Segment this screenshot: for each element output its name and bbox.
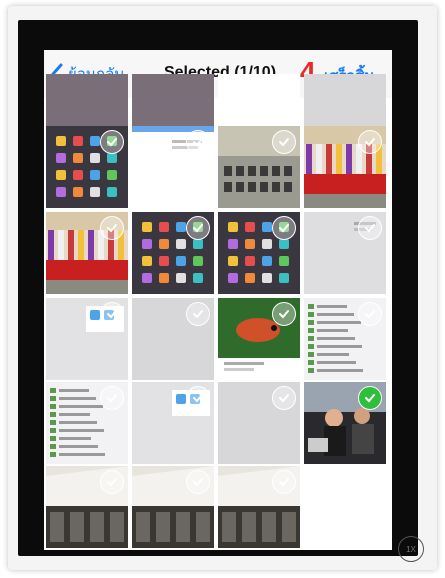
photo-thumbnail-stage-person[interactable] [304, 126, 386, 208]
photo-thumbnail-building[interactable] [46, 466, 128, 548]
photo-thumbnail-settings-list[interactable] [46, 382, 128, 464]
photo-thumbnail-hall-chairs[interactable] [218, 126, 300, 208]
checkmark-selected-icon[interactable] [358, 386, 382, 410]
photo-thumbnail-screenshot[interactable] [132, 298, 214, 380]
checkmark-icon[interactable] [272, 386, 296, 410]
checkmark-icon[interactable] [186, 386, 210, 410]
checkmark-icon[interactable] [272, 216, 296, 240]
corner-badge: 1X [398, 536, 424, 562]
photo-thumbnail-building[interactable] [132, 466, 214, 548]
photo-thumbnail-settings-list[interactable] [304, 298, 386, 380]
photo-thumbnail-screenshot[interactable] [304, 212, 386, 294]
photo-thumbnail-people-meeting[interactable] [304, 382, 386, 464]
checkmark-icon[interactable] [272, 302, 296, 326]
checkmark-icon[interactable] [100, 386, 124, 410]
photo-thumbnail-fish[interactable] [218, 298, 300, 380]
checkmark-icon[interactable] [186, 130, 210, 154]
checkmark-icon[interactable] [272, 470, 296, 494]
photo-thumbnail-stage[interactable] [46, 212, 128, 294]
photo-grid [44, 74, 392, 550]
checkmark-icon[interactable] [100, 302, 124, 326]
checkmark-icon[interactable] [272, 130, 296, 154]
checkmark-icon[interactable] [358, 216, 382, 240]
checkmark-icon[interactable] [358, 130, 382, 154]
photo-thumbnail-screenshot[interactable] [218, 382, 300, 464]
photo-thumbnail-building[interactable] [218, 466, 300, 548]
checkmark-icon[interactable] [100, 130, 124, 154]
photo-thumbnail-ipad-homescreen[interactable] [46, 126, 128, 208]
photo-thumbnail-ipad-homescreen[interactable] [218, 212, 300, 294]
checkmark-icon[interactable] [100, 470, 124, 494]
photo-picker-screen: ย้อนกลับ Selected (1/10) 4. เสร็จสิ้น [44, 50, 392, 550]
photo-thumbnail-screenshot[interactable] [46, 298, 128, 380]
checkmark-icon[interactable] [358, 302, 382, 326]
photo-thumbnail-screenshot[interactable] [132, 382, 214, 464]
photo-thumbnail-screenshot[interactable] [132, 126, 214, 208]
checkmark-icon[interactable] [100, 216, 124, 240]
photo-thumbnail-ipad-homescreen[interactable] [132, 212, 214, 294]
checkmark-icon[interactable] [186, 470, 210, 494]
checkmark-icon[interactable] [186, 302, 210, 326]
checkmark-icon[interactable] [186, 216, 210, 240]
